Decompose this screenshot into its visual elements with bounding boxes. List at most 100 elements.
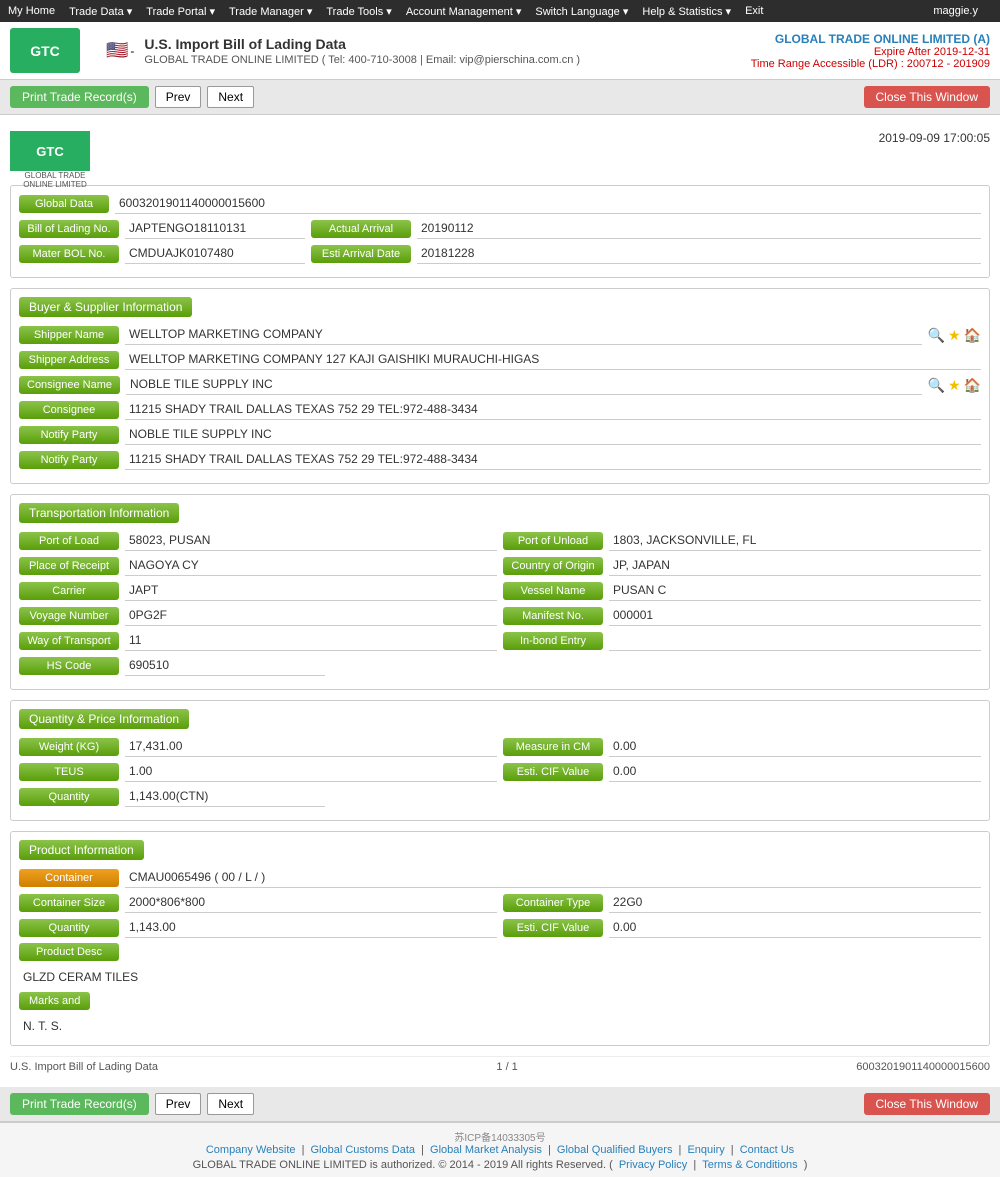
esti-cif-label: Esti. CIF Value — [503, 763, 603, 781]
footer-privacy[interactable]: Privacy Policy — [619, 1159, 687, 1171]
hs-code-value: 690510 — [125, 656, 325, 676]
product-desc-value: GLZD CERAM TILES — [19, 966, 981, 988]
nav-account-mgmt[interactable]: Account Management ▾ — [406, 5, 522, 18]
product-title-row: Product Information — [19, 840, 981, 868]
company-name: GLOBAL TRADE ONLINE LIMITED (A) — [751, 32, 990, 46]
consignee-name-row: Consignee Name NOBLE TILE SUPPLY INC 🔍 ★… — [19, 375, 981, 395]
footer-copyright: GLOBAL TRADE ONLINE LIMITED is authorize… — [6, 1159, 994, 1171]
vessel-name-value: PUSAN C — [609, 581, 981, 601]
nav-trade-portal[interactable]: Trade Portal ▾ — [146, 5, 215, 18]
container-size-label: Container Size — [19, 894, 119, 912]
bol-label: Bill of Lading No. — [19, 220, 119, 238]
container-size-type-row: Container Size 2000*806*800 Container Ty… — [19, 893, 981, 913]
esti-arrival-value: 20181228 — [417, 244, 981, 264]
global-data-label: Global Data — [19, 195, 109, 213]
nav-trade-tools[interactable]: Trade Tools ▾ — [326, 5, 391, 18]
global-data-row: Global Data 6003201901140000015600 — [19, 194, 981, 214]
buyer-supplier-title: Buyer & Supplier Information — [19, 297, 981, 325]
expire-date: Expire After 2019-12-31 — [751, 46, 990, 58]
user-label: maggie.y — [933, 5, 978, 17]
product-esti-cif-value: 0.00 — [609, 918, 981, 938]
nav-help[interactable]: Help & Statistics ▾ — [642, 5, 731, 18]
place-receipt-value: NAGOYA CY — [125, 556, 497, 576]
nav-exit[interactable]: Exit — [745, 5, 763, 17]
logo-area: GTC — [10, 28, 80, 73]
close-button-top[interactable]: Close This Window — [864, 86, 990, 108]
print-button-top[interactable]: Print Trade Record(s) — [10, 86, 149, 108]
product-quantity-cif-row: Quantity 1,143.00 Esti. CIF Value 0.00 — [19, 918, 981, 938]
notify-party-row1: Notify Party NOBLE TILE SUPPLY INC — [19, 425, 981, 445]
header-info: U.S. Import Bill of Lading Data GLOBAL T… — [144, 36, 750, 66]
flag-icon: 🇺🇸 — [106, 40, 128, 61]
next-button-top[interactable]: Next — [207, 86, 254, 108]
voyage-manifest-row: Voyage Number 0PG2F Manifest No. 000001 — [19, 606, 981, 626]
port-load-label: Port of Load — [19, 532, 119, 550]
country-origin-label: Country of Origin — [503, 557, 603, 575]
record-footer-left: U.S. Import Bill of Lading Data — [10, 1061, 158, 1073]
footer-company-website[interactable]: Company Website — [206, 1144, 296, 1156]
consignee-search-icon[interactable]: 🔍 — [928, 377, 945, 394]
quantity-price-section: Quantity & Price Information Weight (KG)… — [10, 700, 990, 821]
record-footer-right: 6003201901140000015600 — [856, 1061, 990, 1073]
notify-party-label1: Notify Party — [19, 426, 119, 444]
next-button-bottom[interactable]: Next — [207, 1093, 254, 1115]
consignee-house-icon[interactable]: 🏠 — [964, 377, 981, 394]
toolbar-top: Print Trade Record(s) Prev Next Close Th… — [0, 80, 1000, 115]
consignee-value: 11215 SHADY TRAIL DALLAS TEXAS 752 29 TE… — [125, 400, 981, 420]
footer-global-market[interactable]: Global Market Analysis — [430, 1144, 542, 1156]
consignee-label: Consignee — [19, 401, 119, 419]
marks-row: Marks and — [19, 988, 981, 1010]
print-button-bottom[interactable]: Print Trade Record(s) — [10, 1093, 149, 1115]
consignee-row: Consignee 11215 SHADY TRAIL DALLAS TEXAS… — [19, 400, 981, 420]
consignee-icons: 🔍 ★ 🏠 — [928, 377, 981, 394]
shipper-address-value: WELLTOP MARKETING COMPANY 127 KAJI GAISH… — [125, 350, 981, 370]
quantity-section-title: Quantity & Price Information — [19, 709, 189, 729]
footer-global-customs[interactable]: Global Customs Data — [311, 1144, 416, 1156]
footer-global-buyers[interactable]: Global Qualified Buyers — [557, 1144, 673, 1156]
place-receipt-label: Place of Receipt — [19, 557, 119, 575]
product-quantity-value: 1,143.00 — [125, 918, 497, 938]
shipper-icons: 🔍 ★ 🏠 — [928, 327, 981, 344]
shipper-star-icon[interactable]: ★ — [948, 327, 961, 344]
nav-switch-lang[interactable]: Switch Language ▾ — [535, 5, 628, 18]
header-subtitle: GLOBAL TRADE ONLINE LIMITED ( Tel: 400-7… — [144, 54, 750, 66]
quantity-title-row: Quantity & Price Information — [19, 709, 981, 737]
nav-trade-data[interactable]: Trade Data ▾ — [69, 5, 132, 18]
product-desc-row: Product Desc — [19, 943, 981, 961]
marks-label[interactable]: Marks and — [19, 992, 90, 1010]
close-button-bottom[interactable]: Close This Window — [864, 1093, 990, 1115]
logo: GTC — [10, 28, 80, 73]
shipper-address-row: Shipper Address WELLTOP MARKETING COMPAN… — [19, 350, 981, 370]
prev-button-bottom[interactable]: Prev — [155, 1093, 202, 1115]
nav-my-home[interactable]: My Home — [8, 5, 55, 17]
prev-button-top[interactable]: Prev — [155, 86, 202, 108]
actual-arrival-label: Actual Arrival — [311, 220, 411, 238]
consignee-star-icon[interactable]: ★ — [948, 377, 961, 394]
notify-party-row2: Notify Party 11215 SHADY TRAIL DALLAS TE… — [19, 450, 981, 470]
receipt-origin-row: Place of Receipt NAGOYA CY Country of Or… — [19, 556, 981, 576]
carrier-label: Carrier — [19, 582, 119, 600]
measure-value: 0.00 — [609, 737, 981, 757]
footer-terms[interactable]: Terms & Conditions — [702, 1159, 797, 1171]
footer-enquiry[interactable]: Enquiry — [687, 1144, 724, 1156]
footer-contact[interactable]: Contact Us — [740, 1144, 794, 1156]
way-transport-value: 11 — [125, 631, 497, 651]
toolbar-bottom: Print Trade Record(s) Prev Next Close Th… — [0, 1087, 1000, 1122]
basic-info-section: Global Data 6003201901140000015600 Bill … — [10, 185, 990, 278]
shipper-house-icon[interactable]: 🏠 — [964, 327, 981, 344]
record-logo-sub: GLOBAL TRADE ONLINE LIMITED — [10, 171, 100, 189]
weight-label: Weight (KG) — [19, 738, 119, 756]
vessel-name-label: Vessel Name — [503, 582, 603, 600]
carrier-value: JAPT — [125, 581, 497, 601]
nav-trade-manager[interactable]: Trade Manager ▾ — [229, 5, 312, 18]
shipper-name-value: WELLTOP MARKETING COMPANY — [125, 325, 922, 345]
record-timestamp: 2019-09-09 17:00:05 — [879, 131, 990, 145]
weight-value: 17,431.00 — [125, 737, 497, 757]
flag-separator: - — [130, 44, 134, 58]
shipper-address-label: Shipper Address — [19, 351, 119, 369]
transport-section-title: Transportation Information — [19, 503, 179, 523]
port-load-value: 58023, PUSAN — [125, 531, 497, 551]
container-size-value: 2000*806*800 — [125, 893, 497, 913]
shipper-search-icon[interactable]: 🔍 — [928, 327, 945, 344]
flag-area: 🇺🇸 - — [106, 40, 134, 61]
